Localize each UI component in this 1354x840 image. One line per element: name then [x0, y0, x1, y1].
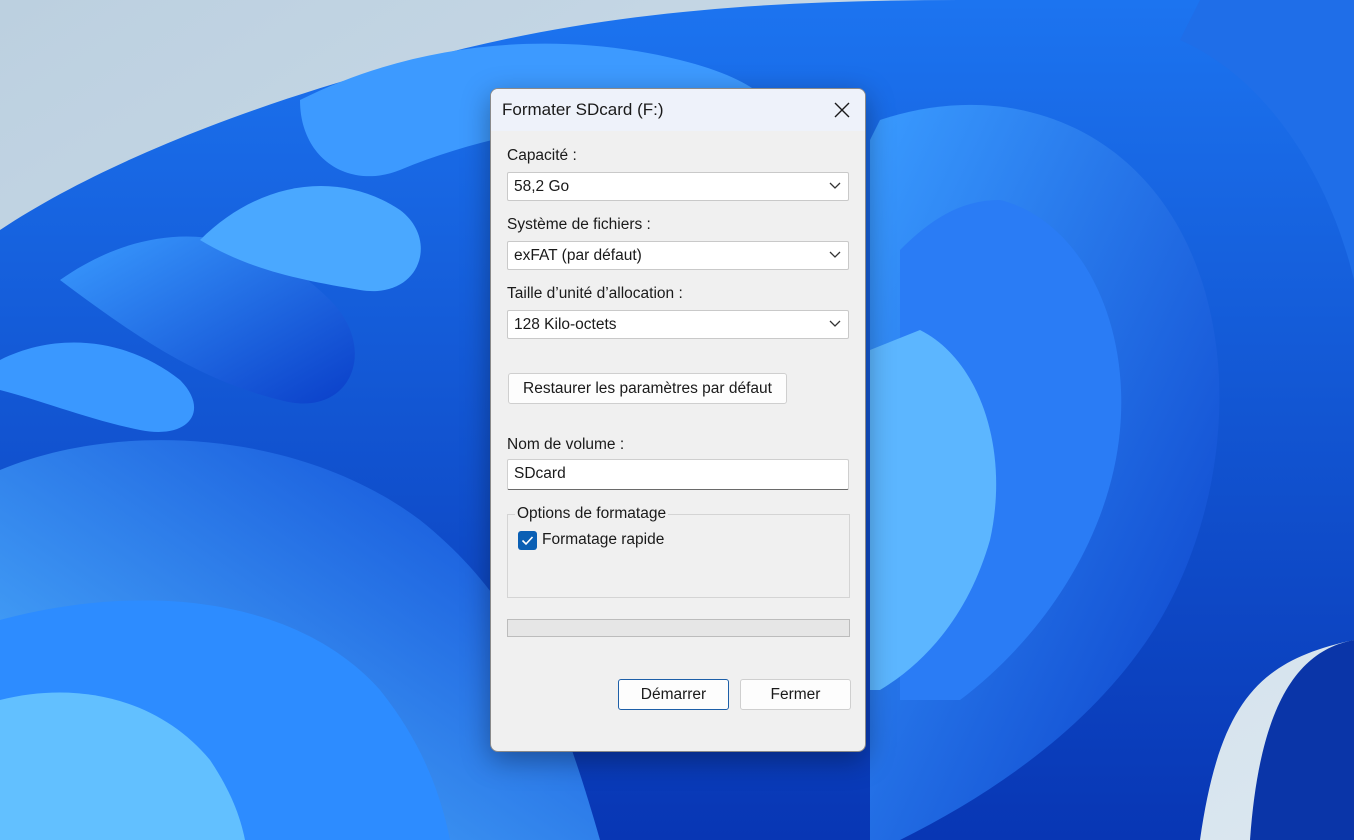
- restore-defaults-button[interactable]: Restaurer les paramètres par défaut: [508, 373, 787, 404]
- chevron-down-icon: [829, 182, 841, 189]
- chevron-down-icon: [829, 251, 841, 258]
- quick-format-checkbox[interactable]: [518, 531, 537, 550]
- file-system-dropdown[interactable]: exFAT (par défaut): [507, 241, 849, 270]
- checkmark-icon: [521, 536, 534, 546]
- close-dialog-button[interactable]: Fermer: [740, 679, 851, 710]
- dialog-title: Formater SDcard (F:): [502, 100, 664, 119]
- chevron-down-icon: [829, 320, 841, 327]
- capacity-value: 58,2 Go: [514, 178, 570, 195]
- allocation-unit-value: 128 Kilo-octets: [514, 316, 617, 333]
- allocation-unit-label: Taille d’unité d’allocation :: [507, 285, 683, 302]
- volume-name-label: Nom de volume :: [507, 436, 625, 453]
- close-icon: [834, 102, 850, 118]
- allocation-unit-dropdown[interactable]: 128 Kilo-octets: [507, 310, 849, 339]
- volume-name-value: SDcard: [514, 465, 566, 482]
- start-button[interactable]: Démarrer: [618, 679, 729, 710]
- format-options-legend: Options de formatage: [515, 505, 669, 523]
- quick-format-label[interactable]: Formatage rapide: [542, 531, 664, 549]
- capacity-dropdown[interactable]: 58,2 Go: [507, 172, 849, 201]
- file-system-value: exFAT (par défaut): [514, 247, 642, 264]
- format-dialog: Formater SDcard (F:) Capacité : 58,2 Go …: [490, 88, 866, 752]
- format-progress-bar: [507, 619, 850, 637]
- file-system-label: Système de fichiers :: [507, 216, 651, 233]
- capacity-label: Capacité :: [507, 147, 577, 164]
- title-bar: Formater SDcard (F:): [491, 89, 865, 131]
- close-button[interactable]: [819, 89, 865, 131]
- volume-name-input[interactable]: SDcard: [507, 459, 849, 490]
- format-options-group: [507, 514, 850, 598]
